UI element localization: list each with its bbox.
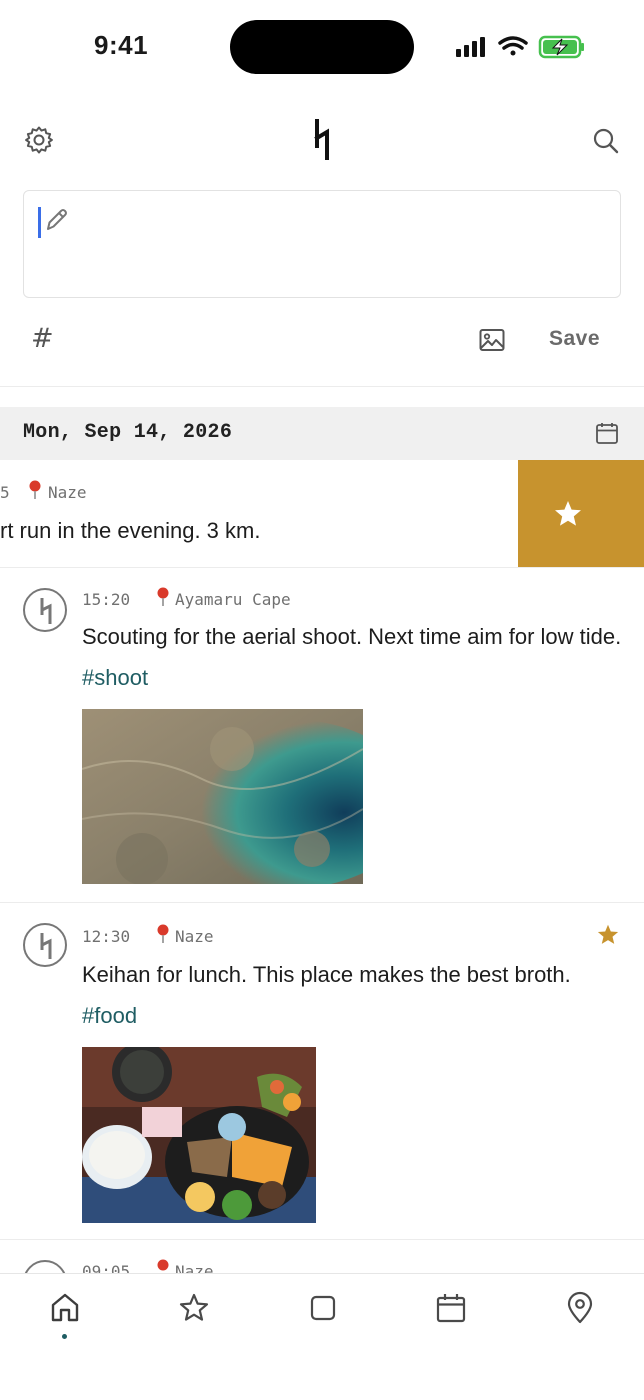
entry-text: Scouting for the aerial shoot. Next time…	[82, 616, 627, 698]
entry-location: Naze	[175, 927, 214, 946]
avatar	[23, 588, 67, 632]
entry-text: rt run in the evening. 3 km.	[0, 518, 261, 543]
tab-favorites[interactable]	[174, 1288, 214, 1328]
entry-body: Keihan for lunch. This place makes the b…	[82, 962, 571, 987]
avatar	[23, 923, 67, 967]
entry-time: 5	[0, 483, 10, 502]
entry-time: 15:20	[82, 590, 131, 609]
gear-icon[interactable]	[24, 125, 54, 160]
list-item[interactable]: 09:05 Naze	[0, 1239, 644, 1273]
entry-time: 09:05	[82, 1262, 131, 1273]
home-icon	[51, 1293, 79, 1322]
tab-map[interactable]	[560, 1288, 600, 1328]
image-icon[interactable]	[479, 328, 505, 357]
note-input[interactable]	[23, 190, 621, 298]
app-logo	[309, 118, 335, 165]
starred-icon[interactable]	[597, 924, 619, 950]
active-tab-indicator	[62, 1334, 67, 1339]
cellular-signal-icon	[456, 37, 485, 57]
save-button[interactable]: Save	[549, 327, 600, 351]
list-item[interactable]: 15:20 Ayamaru Cape Scouting for the aeri…	[0, 567, 644, 902]
favorite-action-button[interactable]	[518, 460, 644, 567]
keihan-meal-photo[interactable]	[82, 1047, 316, 1223]
calendar-icon[interactable]	[595, 421, 619, 450]
entry-location: Naze	[48, 483, 87, 502]
hashtag-button[interactable]: #	[31, 323, 54, 354]
entry-location: Naze	[175, 1262, 214, 1273]
map-pin-icon	[156, 924, 170, 949]
map-pin-icon	[156, 587, 170, 612]
status-time: 9:41	[94, 30, 149, 60]
entry-body: Scouting for the aerial shoot. Next time…	[82, 624, 622, 649]
entry-text: Keihan for lunch. This place makes the b…	[82, 954, 627, 1036]
tab-notes[interactable]	[303, 1288, 343, 1328]
entry-location: Ayamaru Cape	[175, 590, 291, 609]
map-pin-icon	[28, 480, 42, 505]
aerial-reef-photo[interactable]	[82, 709, 363, 884]
list-item[interactable]: 5 Naze rt run in the evening. 3 km.	[0, 460, 518, 567]
square-icon	[310, 1295, 336, 1321]
search-icon[interactable]	[592, 127, 620, 160]
map-pin-icon	[567, 1291, 593, 1324]
entry-time: 12:30	[82, 927, 131, 946]
date-label: Mon, Sep 14, 2026	[23, 421, 233, 444]
star-icon	[179, 1293, 209, 1321]
star-icon	[555, 501, 581, 526]
dynamic-island	[230, 20, 414, 74]
tag-link[interactable]: #food	[82, 1003, 137, 1028]
tab-calendar[interactable]	[431, 1288, 471, 1328]
divider	[0, 386, 644, 387]
calendar-icon	[436, 1294, 466, 1323]
tag-link[interactable]: #shoot	[82, 665, 148, 690]
avatar	[23, 1260, 67, 1273]
status-icons	[456, 34, 586, 65]
text-cursor	[38, 207, 41, 238]
pencil-icon	[44, 206, 68, 239]
list-item[interactable]: 12:30 Naze Keihan for lunch. This place …	[0, 902, 644, 1239]
wifi-icon	[498, 36, 528, 56]
battery-charging-icon	[538, 35, 584, 59]
tab-home[interactable]	[45, 1288, 85, 1328]
map-pin-icon	[156, 1259, 170, 1273]
